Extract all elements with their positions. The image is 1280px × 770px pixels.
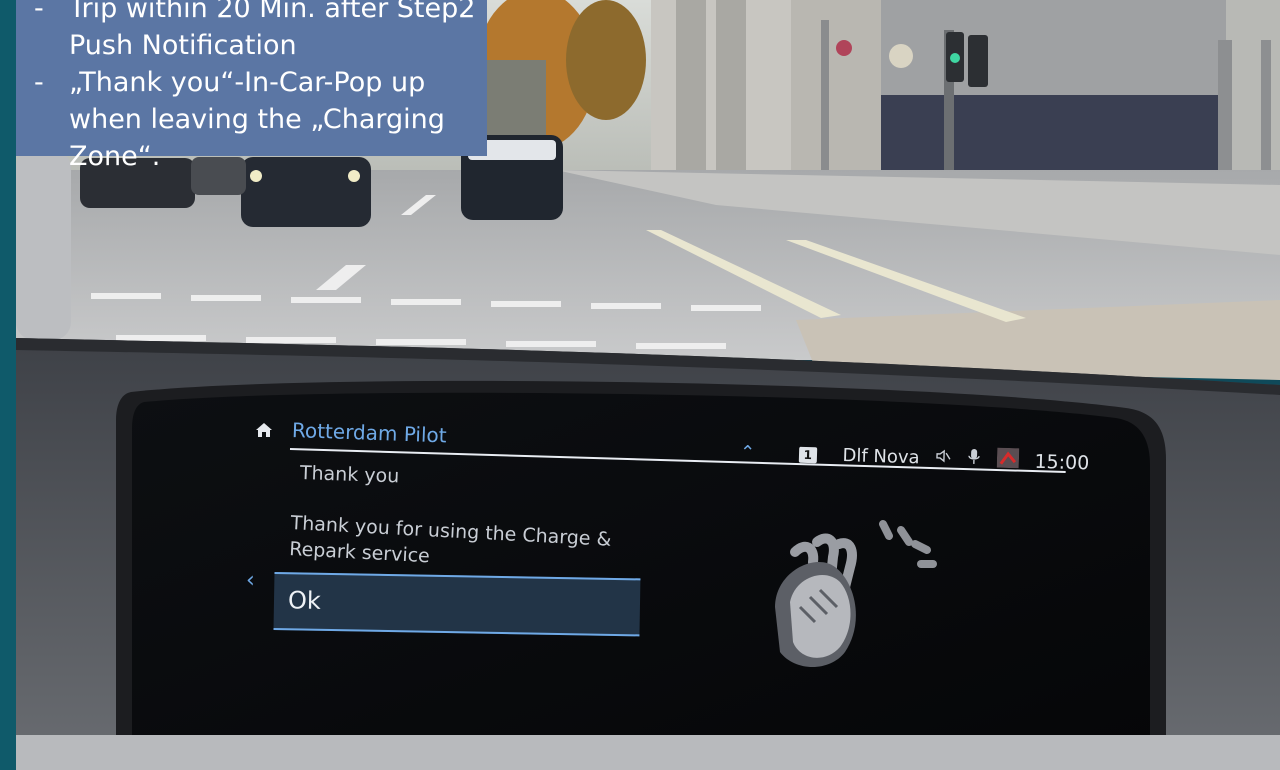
infotainment-screen: Rotterdam Pilot ⌃ 1 Dlf Nova 15:00 Thank… <box>140 400 1170 730</box>
station-name: Dlf Nova <box>842 445 920 469</box>
bullet-list: - Trip within 20 Min. after Step2 Push N… <box>34 0 477 175</box>
clock-time: 15:00 <box>1034 450 1090 474</box>
clapping-hands-icon <box>755 512 955 682</box>
bullet-dash: - <box>34 0 44 24</box>
bullet-item: - Trip within 20 Min. after Step2 Push N… <box>34 0 477 64</box>
dialog-heading: Thank you <box>299 462 400 488</box>
slide-left-border <box>0 0 16 770</box>
bullet-text: Trip within 20 Min. after Step2 Push Not… <box>69 0 476 61</box>
dialog-message: Thank you for using the Charge & Repark … <box>288 512 612 568</box>
map-icon[interactable] <box>996 447 1020 474</box>
back-chevron-icon[interactable]: ‹ <box>246 568 255 593</box>
slide: - Trip within 20 Min. after Step2 Push N… <box>0 0 1280 770</box>
source-badge: 1 <box>798 444 828 466</box>
status-bar: ⌃ 1 Dlf Nova 15:00 <box>740 440 1100 479</box>
ok-button[interactable]: Ok <box>273 572 641 637</box>
home-icon[interactable] <box>254 420 274 440</box>
slide-bullet-box: - Trip within 20 Min. after Step2 Push N… <box>16 0 487 172</box>
bullet-text: „Thank you“-In-Car-Pop up when leaving t… <box>69 67 445 172</box>
bullet-item: - „Thank you“-In-Car-Pop up when leaving… <box>34 64 477 175</box>
chevron-up-icon[interactable]: ⌃ <box>740 442 756 463</box>
bullet-dash: - <box>34 67 44 98</box>
app-title: Rotterdam Pilot <box>291 418 448 448</box>
microphone-icon[interactable] <box>967 448 982 471</box>
ok-button-label: Ok <box>287 586 322 615</box>
mute-icon[interactable] <box>935 448 952 469</box>
